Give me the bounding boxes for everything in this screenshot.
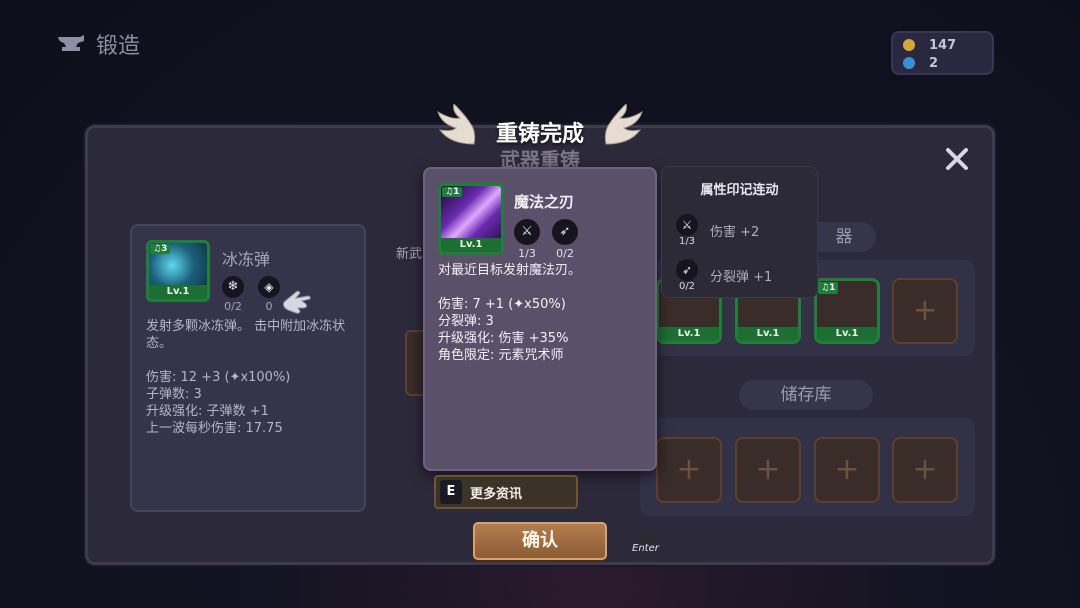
gem-icon [903, 57, 915, 69]
snowflake-icon: ❄ [222, 276, 244, 298]
slot-level: Lv.1 [738, 327, 798, 341]
weapon-name: 冰冻弹 [222, 250, 271, 269]
tooltip-row: ➶ 0/2 分裂弹 +1 [674, 259, 805, 292]
stat-line: 伤害: 7 +1 (✦x50%) [438, 297, 566, 312]
plus-icon: + [912, 293, 938, 328]
storage-slot[interactable]: + [892, 437, 958, 503]
slot-badge: ♫1 [818, 282, 839, 294]
weapon-details: 对最近目标发射魔法刃。 伤害: 7 +1 (✦x50%) 分裂弹: 3 升级强化… [438, 262, 648, 364]
plus-icon: + [755, 452, 781, 487]
weapon-level: Lv.1 [441, 238, 501, 252]
mod-count: 0/2 [556, 247, 574, 260]
bow-icon: ➶ [676, 259, 698, 281]
enter-key-icon [640, 530, 656, 544]
storage-slot[interactable]: + [735, 437, 801, 503]
more-info-label: 更多资讯 [470, 486, 523, 502]
dagger-icon: ⚔ [514, 219, 540, 245]
weapon-name: 魔法之刃 [514, 193, 575, 211]
ice-bullet-weapon-icon: ♫3 Lv.1 [146, 240, 210, 302]
gold-coin-icon [903, 39, 915, 51]
plus-icon: + [834, 452, 860, 487]
tooltip-title: 属性印记连动 [700, 183, 779, 198]
stat-line: 上一波每秒伤害: 17.75 [146, 421, 283, 436]
gold-row: 147 [903, 36, 982, 54]
gem-row: 2 [903, 54, 982, 72]
stat-line: 角色限定: 元素咒术师 [438, 348, 564, 363]
enter-key-label: Enter [632, 543, 659, 554]
tooltip-row: ⚔ 1/3 伤害 +2 [674, 214, 805, 247]
weapon-slot[interactable]: ♫1 Lv.1 [814, 278, 880, 344]
weapon-badge: ♫1 [442, 187, 463, 197]
stat-line: 伤害: 12 +3 (✦x100%) [146, 370, 291, 385]
stat-line: 升级强化: 伤害 +35% [438, 331, 569, 346]
weapon-badge: ♫3 [150, 244, 171, 254]
enter-key-hint: Enter [632, 530, 659, 556]
mod-count: 1/3 [678, 236, 696, 247]
bow-icon: ➶ [552, 219, 578, 245]
mod-count: 0/2 [224, 300, 242, 313]
dagger-icon: ⚔ [676, 214, 698, 236]
storage-slot[interactable]: + [814, 437, 880, 503]
confirm-button[interactable]: 确认 [473, 522, 607, 560]
mod-count: 0/2 [678, 281, 696, 292]
page-title: 锻造 [56, 28, 140, 60]
magic-blade-weapon-icon: ♫1 Lv.1 [438, 183, 504, 255]
new-weapon-label: 新武 [396, 247, 423, 262]
weapons-label: 器 [812, 222, 876, 252]
e-key-icon: E [440, 480, 462, 504]
gem-amount: 2 [929, 55, 939, 71]
storage-label: 储存库 [739, 380, 873, 410]
close-button[interactable] [940, 142, 974, 176]
slot-level: Lv.1 [659, 327, 719, 341]
gold-amount: 147 [929, 37, 957, 53]
storage-slot[interactable]: + [656, 437, 722, 503]
stat-line: 升级强化: 子弹数 +1 [146, 404, 269, 419]
stat-line: 分裂弹: 3 [438, 314, 494, 329]
anvil-icon [58, 35, 84, 51]
page-title-label: 锻造 [96, 34, 141, 59]
reforged-weapon-card: ♫1 Lv.1 魔法之刃 ⚔ 1/3 ➶ 0/2 对最近目标发射魔法刃。 伤害:… [423, 167, 657, 471]
stat-line: 子弹数: 3 [146, 387, 202, 402]
weapon-level: Lv.1 [149, 285, 207, 299]
slot-level: Lv.1 [817, 327, 877, 341]
weapon-stats: 伤害: 12 +3 (✦x100%) 子弹数: 3 升级强化: 子弹数 +1 上… [146, 369, 350, 437]
banner-title: 重铸完成 [495, 122, 584, 147]
currency-panel: 147 2 [891, 31, 994, 75]
bonus-label: 分裂弹 +1 [710, 270, 773, 285]
plus-icon: + [676, 452, 702, 487]
weapon-description: 发射多颗冰冻弹。 击中附加冰冻状态。 [146, 319, 346, 351]
close-icon [946, 148, 968, 170]
bonus-label: 伤害 +2 [710, 225, 760, 240]
synergy-tooltip: 属性印记连动 ⚔ 1/3 伤害 +2 ➶ 0/2 分裂弹 +1 [661, 166, 818, 298]
current-weapon-card: ♫3 Lv.1 冰冻弹 ❄ 0/2 ◈ 0 发射多颗冰冻弹。 击中附加冰冻状态。… [130, 224, 366, 512]
mod-count: 1/3 [518, 247, 536, 260]
more-info-button[interactable]: E 更多资讯 [434, 475, 578, 509]
reforge-complete-banner: 武器重铸 重铸完成 [436, 104, 644, 172]
plus-icon: + [912, 452, 938, 487]
empty-weapon-slot[interactable]: + [892, 278, 958, 344]
pointer-hand-icon [276, 282, 316, 322]
weapon-description: 对最近目标发射魔法刃。 [438, 263, 582, 278]
storage-slot-row: + + + + [640, 418, 975, 516]
